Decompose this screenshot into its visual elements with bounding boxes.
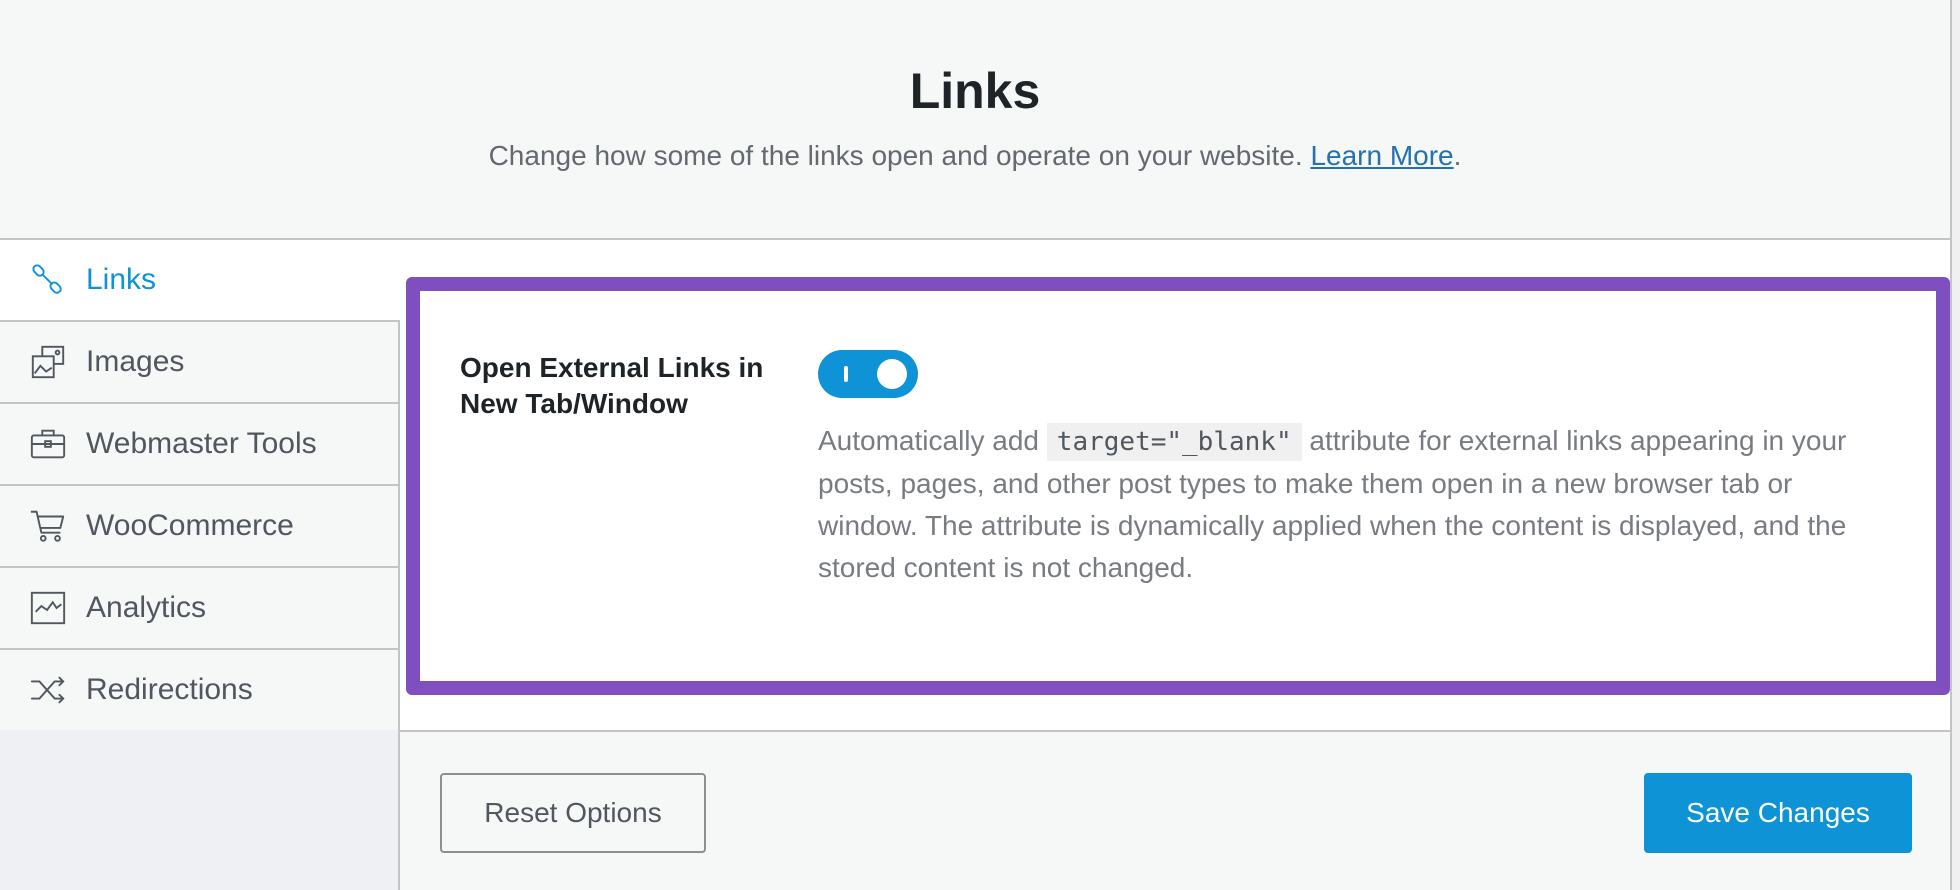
sidebar-item-label: Analytics (86, 591, 207, 624)
sidebar-item-analytics[interactable]: Analytics (0, 568, 400, 650)
sidebar-item-label: Webmaster Tools (86, 427, 317, 460)
page-title: Links (909, 63, 1041, 119)
description-period: . (1453, 140, 1462, 171)
target-blank-code: target="_blank" (1046, 423, 1302, 461)
toggle-knob (877, 359, 907, 389)
cart-icon (28, 506, 68, 546)
sidebar-background (0, 730, 400, 890)
briefcase-icon (28, 424, 68, 464)
shuffle-icon (28, 670, 68, 710)
sidebar-item-woocommerce[interactable]: WooCommerce (0, 486, 400, 568)
page-description-text: Change how some of the links open and op… (488, 140, 1303, 171)
external-links-toggle[interactable] (818, 350, 918, 398)
setting-description-before: Automatically add (818, 425, 1040, 456)
sidebar-item-links[interactable]: Links (0, 240, 400, 322)
sidebar-item-label: WooCommerce (86, 509, 294, 542)
analytics-chart-icon (28, 588, 68, 628)
reset-options-button[interactable]: Reset Options (440, 773, 706, 853)
images-icon (28, 342, 68, 382)
page-description: Change how some of the links open and op… (0, 140, 1950, 172)
save-changes-button[interactable]: Save Changes (1644, 773, 1912, 853)
setting-description: Automatically add target="_blank" attrib… (818, 420, 1898, 589)
sidebar-item-redirections[interactable]: Redirections (0, 650, 400, 732)
sidebar-nav: Links Images Webmaster Tools WooCommerce… (0, 240, 400, 732)
setting-label: Open External Links in New Tab/Window (460, 352, 764, 419)
sidebar-item-images[interactable]: Images (0, 322, 400, 404)
learn-more-link[interactable]: Learn More (1310, 140, 1453, 171)
page-header: Links Change how some of the links open … (0, 0, 1950, 240)
link-icon (28, 260, 68, 300)
toggle-on-indicator (844, 366, 848, 382)
sidebar-item-label: Redirections (86, 673, 253, 706)
sidebar-item-label: Images (86, 345, 185, 378)
sidebar-item-label: Links (86, 263, 157, 296)
sidebar-item-webmaster-tools[interactable]: Webmaster Tools (0, 404, 400, 486)
